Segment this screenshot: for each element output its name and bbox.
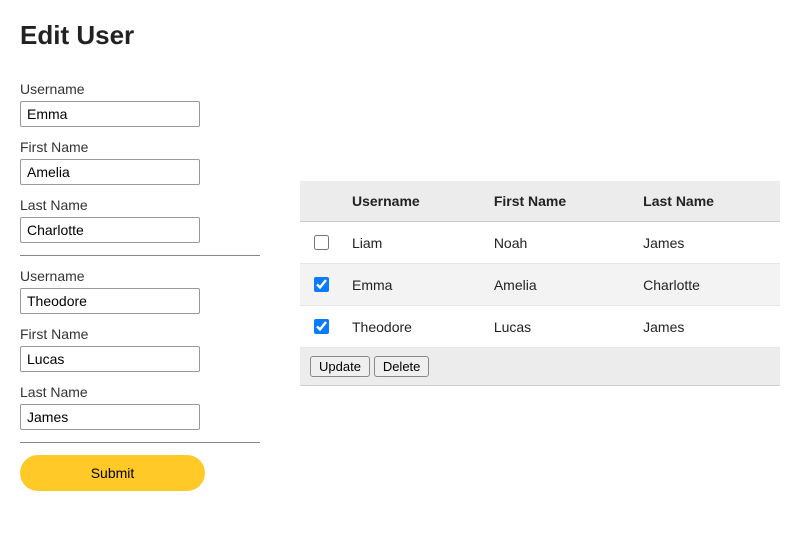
update-button[interactable]: Update <box>310 356 370 377</box>
page-title: Edit User <box>20 20 780 51</box>
username-label: Username <box>20 268 260 284</box>
lastname-label: Last Name <box>20 384 260 400</box>
col-username: Username <box>342 181 484 222</box>
cell-lastname: Charlotte <box>633 264 780 306</box>
col-checkbox <box>300 181 342 222</box>
firstname-input[interactable] <box>20 346 200 372</box>
username-input[interactable] <box>20 288 200 314</box>
table-row: Liam Noah James <box>300 222 780 264</box>
delete-button[interactable]: Delete <box>374 356 430 377</box>
users-table: Username First Name Last Name Liam Noah … <box>300 181 780 386</box>
cell-firstname: Lucas <box>484 306 633 348</box>
firstname-label: First Name <box>20 326 260 342</box>
username-label: Username <box>20 81 260 97</box>
firstname-label: First Name <box>20 139 260 155</box>
cell-username: Theodore <box>342 306 484 348</box>
lastname-input[interactable] <box>20 217 200 243</box>
submit-button[interactable]: Submit <box>20 455 205 491</box>
cell-username: Emma <box>342 264 484 306</box>
firstname-input[interactable] <box>20 159 200 185</box>
username-input[interactable] <box>20 101 200 127</box>
table-row: Emma Amelia Charlotte <box>300 264 780 306</box>
row-checkbox[interactable] <box>314 319 329 334</box>
col-lastname: Last Name <box>633 181 780 222</box>
edit-form: Username First Name Last Name Username F… <box>20 81 260 491</box>
table-actions-row: Update Delete <box>300 348 780 386</box>
cell-firstname: Amelia <box>484 264 633 306</box>
cell-username: Liam <box>342 222 484 264</box>
row-checkbox[interactable] <box>314 235 329 250</box>
cell-firstname: Noah <box>484 222 633 264</box>
row-checkbox[interactable] <box>314 277 329 292</box>
form-divider <box>20 255 260 256</box>
lastname-input[interactable] <box>20 404 200 430</box>
cell-lastname: James <box>633 222 780 264</box>
form-divider <box>20 442 260 443</box>
col-firstname: First Name <box>484 181 633 222</box>
users-table-container: Username First Name Last Name Liam Noah … <box>300 181 780 386</box>
cell-lastname: James <box>633 306 780 348</box>
lastname-label: Last Name <box>20 197 260 213</box>
table-row: Theodore Lucas James <box>300 306 780 348</box>
